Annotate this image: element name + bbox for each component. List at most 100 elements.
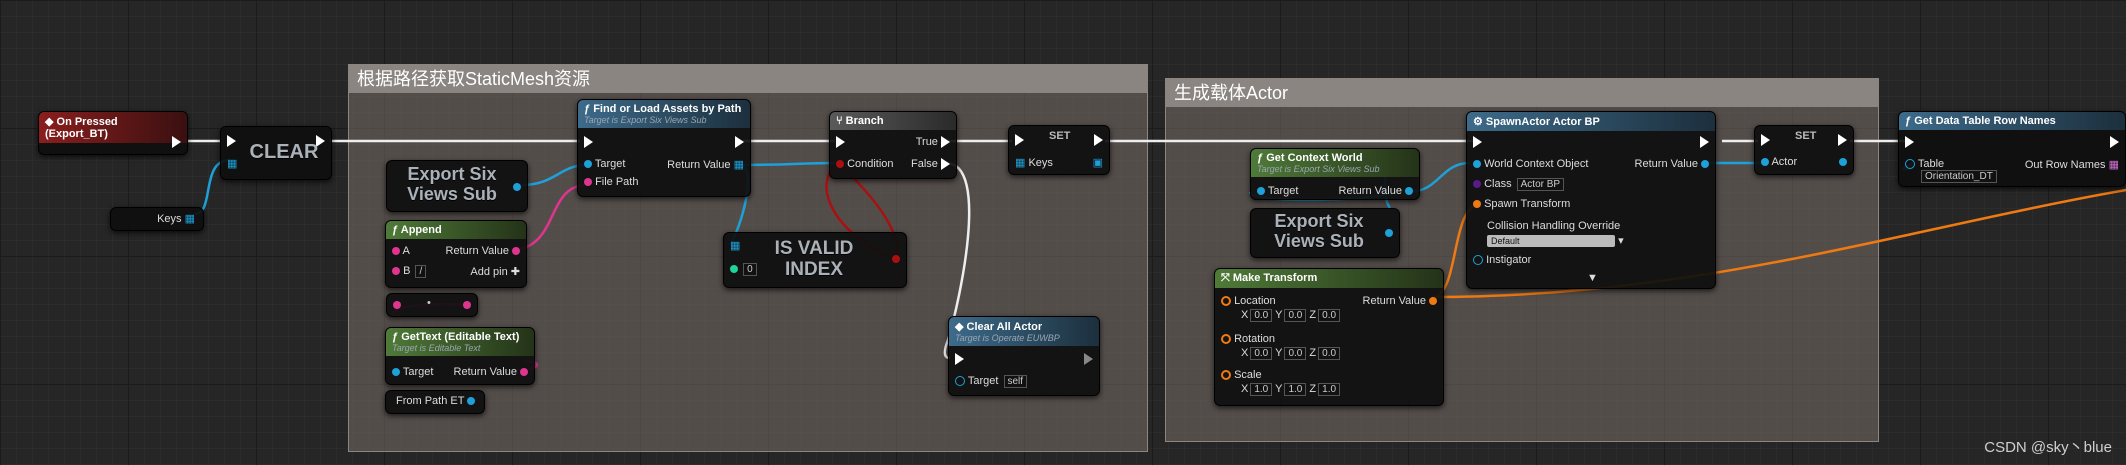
actor-in-pin[interactable]: Actor — [1761, 156, 1797, 168]
a-pin[interactable]: A — [392, 245, 410, 257]
clear-label: CLEAR — [249, 141, 319, 163]
exec-out-pin[interactable] — [1700, 136, 1709, 149]
spawn-transform-pin[interactable]: Spawn Transform — [1473, 198, 1570, 210]
scale-pin[interactable]: Scale — [1221, 369, 1262, 381]
add-pin-button[interactable]: Add pin ✚ — [470, 265, 520, 278]
rotation-z-input[interactable]: 0.0 — [1318, 347, 1341, 360]
actor-out-pin[interactable] — [1839, 156, 1847, 168]
bool-out-pin[interactable] — [892, 253, 900, 265]
pin-label: Return Value — [453, 366, 517, 378]
keys-out-pin[interactable]: ▣ — [1093, 156, 1103, 169]
export-six-views-sub-variable-2[interactable]: Export Six Views Sub — [1250, 208, 1400, 258]
is-valid-index-node[interactable]: ▦ 0 IS VALID INDEX — [723, 232, 907, 288]
table-dropdown[interactable]: Orientation_DT — [1919, 170, 1997, 183]
reroute-string-node[interactable]: • — [386, 293, 478, 317]
true-exec-pin[interactable]: True — [916, 136, 950, 149]
scale-inputs[interactable]: X 1.0 Y 1.0 Z 1.0 — [1241, 383, 1341, 396]
return-value-pin[interactable]: Return Value — [454, 366, 528, 378]
exec-out-pin[interactable] — [735, 136, 744, 149]
return-value-pin[interactable]: Return Value — [1363, 295, 1437, 307]
out-row-names-pin[interactable]: Out Row Names ▦ — [2025, 158, 2119, 171]
return-value-pin[interactable]: Return Value ▦ — [667, 158, 744, 171]
find-or-load-assets-node[interactable]: ƒ Find or Load Assets by Path Target is … — [577, 99, 751, 197]
table-pin[interactable]: Table — [1905, 158, 1944, 170]
target-pin[interactable]: Target — [1257, 185, 1298, 197]
node-header: ƒ Find or Load Assets by Path Target is … — [578, 100, 750, 128]
location-y-input[interactable]: 0.0 — [1284, 309, 1307, 322]
set-keys-node[interactable]: SET ▦ Keys ▣ — [1008, 125, 1110, 175]
world-context-pin[interactable]: World Context Object — [1473, 158, 1588, 170]
scale-z-input[interactable]: 1.0 — [1318, 383, 1341, 396]
exec-in-pin[interactable] — [1905, 136, 1914, 149]
append-string-node[interactable]: ƒ Append A B / Return Value Add pin ✚ — [385, 220, 527, 288]
set-actor-node[interactable]: SET Actor — [1754, 125, 1854, 175]
b-pin[interactable]: B / — [392, 265, 427, 278]
string-in-pin[interactable] — [393, 299, 401, 311]
collision-dropdown[interactable]: Default ▾ — [1487, 234, 1624, 247]
scale-x-input[interactable]: 1.0 — [1250, 383, 1273, 396]
get-context-world-node[interactable]: ƒ Get Context World Target is Export Six… — [1250, 148, 1420, 200]
exec-in-pin[interactable] — [1761, 134, 1770, 147]
pin-label: Return Value — [667, 159, 731, 171]
condition-pin[interactable]: Condition — [836, 158, 894, 170]
return-value-pin[interactable]: Return Value — [446, 245, 520, 257]
spawn-actor-node[interactable]: ⚙ SpawnActor Actor BP World Context Obje… — [1466, 111, 1716, 289]
rotation-x-input[interactable]: 0.0 — [1250, 347, 1273, 360]
pin-label: Rotation — [1234, 333, 1276, 345]
clear-all-actor-node[interactable]: ◆ Clear All Actor Target is Operate EUWB… — [948, 316, 1100, 396]
exec-in-pin[interactable] — [836, 136, 845, 149]
location-inputs[interactable]: X 0.0 Y 0.0 Z 0.0 — [1241, 309, 1341, 322]
variable-label-line2: Views Sub — [407, 183, 497, 204]
axis-y-label: Y — [1275, 309, 1283, 321]
expand-arrow-icon[interactable]: ▼ — [1587, 272, 1598, 284]
array-grid-icon[interactable]: ▦ — [227, 157, 237, 170]
branch-node[interactable]: ⑂ Branch True Condition False — [829, 111, 957, 179]
instigator-pin[interactable]: Instigator — [1473, 254, 1531, 266]
from-path-et-pin[interactable]: From Path ET — [396, 395, 476, 407]
keys-variable-node[interactable]: Keys ▦ — [110, 207, 204, 231]
rotation-pin[interactable]: Rotation — [1221, 333, 1275, 345]
exec-out-pin[interactable] — [172, 136, 181, 149]
string-out-pin[interactable] — [463, 299, 471, 311]
false-exec-pin[interactable]: False — [911, 158, 950, 171]
from-path-et-variable[interactable]: From Path ET — [385, 390, 485, 414]
exec-in-pin[interactable] — [227, 135, 236, 148]
index-pin[interactable]: 0 — [730, 263, 757, 276]
event-node-on-pressed[interactable]: ◆ On Pressed (Export_BT) — [38, 111, 188, 155]
make-transform-node[interactable]: ⤧ Make Transform Location X 0.0 Y 0.0 Z 0.0… — [1214, 268, 1444, 406]
exec-out-pin[interactable] — [1094, 134, 1103, 147]
class-pin[interactable]: Class Actor BP — [1473, 178, 1565, 191]
location-pin[interactable]: Location — [1221, 295, 1276, 307]
exec-out-pin[interactable] — [1838, 134, 1847, 147]
target-pin[interactable]: Target — [392, 366, 433, 378]
get-data-table-row-names-node[interactable]: ƒ Get Data Table Row Names Table Orienta… — [1898, 111, 2126, 187]
location-z-input[interactable]: 0.0 — [1318, 309, 1341, 322]
exec-in-pin[interactable] — [1015, 134, 1024, 147]
target-pin[interactable]: Target — [584, 158, 625, 170]
exec-in-pin[interactable] — [955, 353, 964, 366]
object-out-pin[interactable] — [513, 181, 521, 193]
class-dropdown[interactable]: Actor BP — [1516, 178, 1565, 191]
return-value-pin[interactable]: Return Value — [1635, 158, 1709, 170]
keys-variable-pin[interactable]: Keys ▦ — [157, 212, 195, 225]
rotation-inputs[interactable]: X 0.0 Y 0.0 Z 0.0 — [1241, 347, 1341, 360]
scale-y-input[interactable]: 1.0 — [1284, 383, 1307, 396]
location-x-input[interactable]: 0.0 — [1250, 309, 1273, 322]
export-six-views-sub-variable-1[interactable]: Export Six Views Sub — [386, 160, 528, 212]
array-clear-node[interactable]: ▦ CLEAR — [220, 126, 332, 180]
exec-in-pin[interactable] — [584, 136, 593, 149]
gettext-editable-text-node[interactable]: ƒ GetText (Editable Text) Target is Edit… — [385, 327, 535, 385]
array-in-pin[interactable]: ▦ — [730, 239, 740, 252]
function-icon: ƒ — [1257, 152, 1267, 164]
file-path-pin[interactable]: File Path — [584, 176, 638, 188]
target-pin[interactable]: Target self — [955, 375, 1028, 388]
keys-in-pin[interactable]: ▦ Keys — [1015, 156, 1053, 169]
object-out-pin[interactable] — [1385, 227, 1393, 239]
rotation-y-input[interactable]: 0.0 — [1284, 347, 1307, 360]
exec-in-pin[interactable] — [1473, 136, 1482, 149]
exec-out-pin[interactable] — [1084, 353, 1093, 366]
b-value-input[interactable]: / — [415, 265, 427, 278]
index-value-input[interactable]: 0 — [743, 263, 757, 276]
return-value-pin[interactable]: Return Value — [1339, 185, 1413, 197]
exec-out-pin[interactable] — [2110, 136, 2119, 149]
